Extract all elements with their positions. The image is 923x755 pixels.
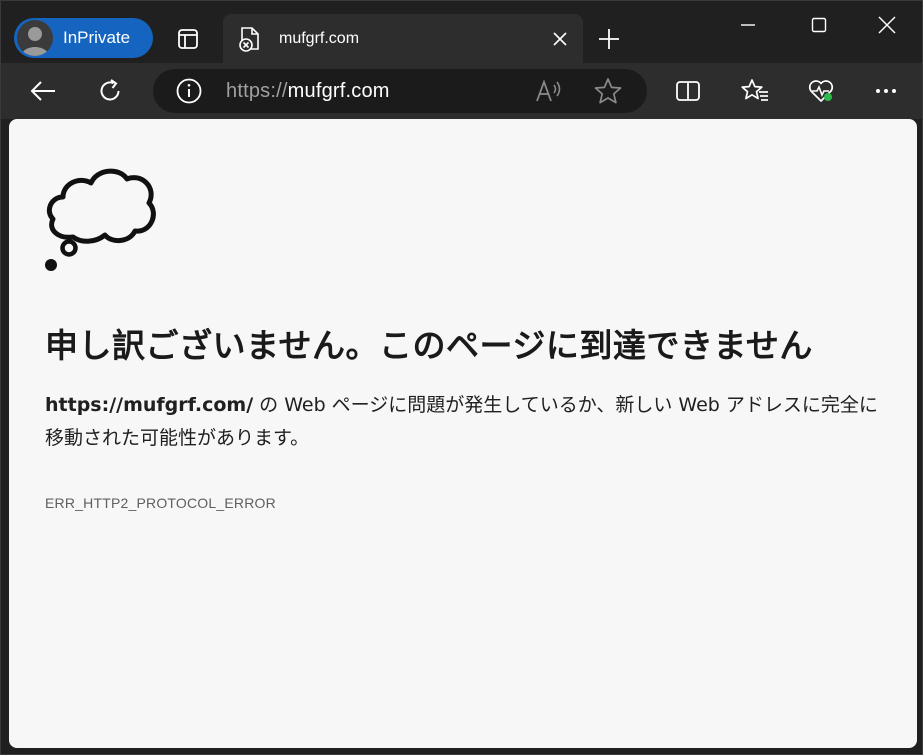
- navigation-toolbar: https://mufgrf.com: [1, 63, 922, 119]
- url-text[interactable]: https://mufgrf.com: [226, 80, 390, 103]
- browser-window: InPrivate mufgrf.com https://mufgrf.com …: [0, 0, 923, 755]
- inprivate-profile-button[interactable]: InPrivate: [14, 18, 153, 58]
- tab-title: mufgrf.com: [279, 29, 360, 47]
- page-error-icon: [237, 26, 263, 52]
- read-aloud-icon[interactable]: [535, 79, 565, 105]
- tab-active[interactable]: mufgrf.com: [223, 14, 583, 63]
- minimize-button[interactable]: [715, 1, 781, 49]
- browser-essentials-button[interactable]: [801, 71, 841, 111]
- url-host: mufgrf.com: [287, 80, 390, 102]
- maximize-icon: [811, 17, 827, 33]
- error-description: https://mufgrf.com/ の Web ページに問題が発生しているか…: [45, 389, 895, 455]
- split-screen-icon: [676, 81, 700, 101]
- inprivate-label: InPrivate: [63, 28, 131, 47]
- browser-essentials-icon: [808, 80, 834, 102]
- favorite-star-icon[interactable]: [593, 77, 623, 105]
- favorites-button[interactable]: [735, 71, 775, 111]
- split-screen-button[interactable]: [668, 71, 708, 111]
- more-icon: [876, 89, 896, 93]
- back-button[interactable]: [23, 71, 63, 111]
- refresh-icon: [100, 79, 120, 101]
- tab-actions-icon: [178, 29, 198, 49]
- tab-close-button[interactable]: [545, 24, 575, 54]
- tab-actions-button[interactable]: [169, 21, 207, 57]
- avatar: [17, 20, 53, 56]
- url-scheme: https://: [226, 80, 288, 102]
- thought-bubble-icon: [43, 159, 163, 274]
- plus-icon: [599, 29, 619, 49]
- info-icon[interactable]: [175, 77, 203, 105]
- maximize-button[interactable]: [786, 1, 852, 49]
- more-button[interactable]: [866, 71, 906, 111]
- address-bar[interactable]: https://mufgrf.com: [153, 69, 647, 113]
- close-icon: [878, 16, 896, 34]
- error-host: https://mufgrf.com/: [45, 394, 254, 416]
- refresh-button[interactable]: [90, 71, 130, 111]
- minimize-icon: [741, 24, 755, 26]
- new-tab-button[interactable]: [591, 21, 627, 57]
- back-arrow-icon: [30, 81, 55, 101]
- title-bar: InPrivate mufgrf.com: [1, 1, 922, 63]
- window-close-button[interactable]: [854, 1, 920, 49]
- error-headline: 申し訳ございません。このページに到達できません: [45, 326, 813, 365]
- error-code: ERR_HTTP2_PROTOCOL_ERROR: [45, 495, 276, 511]
- favorites-icon: [741, 79, 768, 101]
- error-page: 申し訳ございません。このページに到達できません https://mufgrf.c…: [9, 119, 917, 748]
- close-icon: [553, 31, 567, 46]
